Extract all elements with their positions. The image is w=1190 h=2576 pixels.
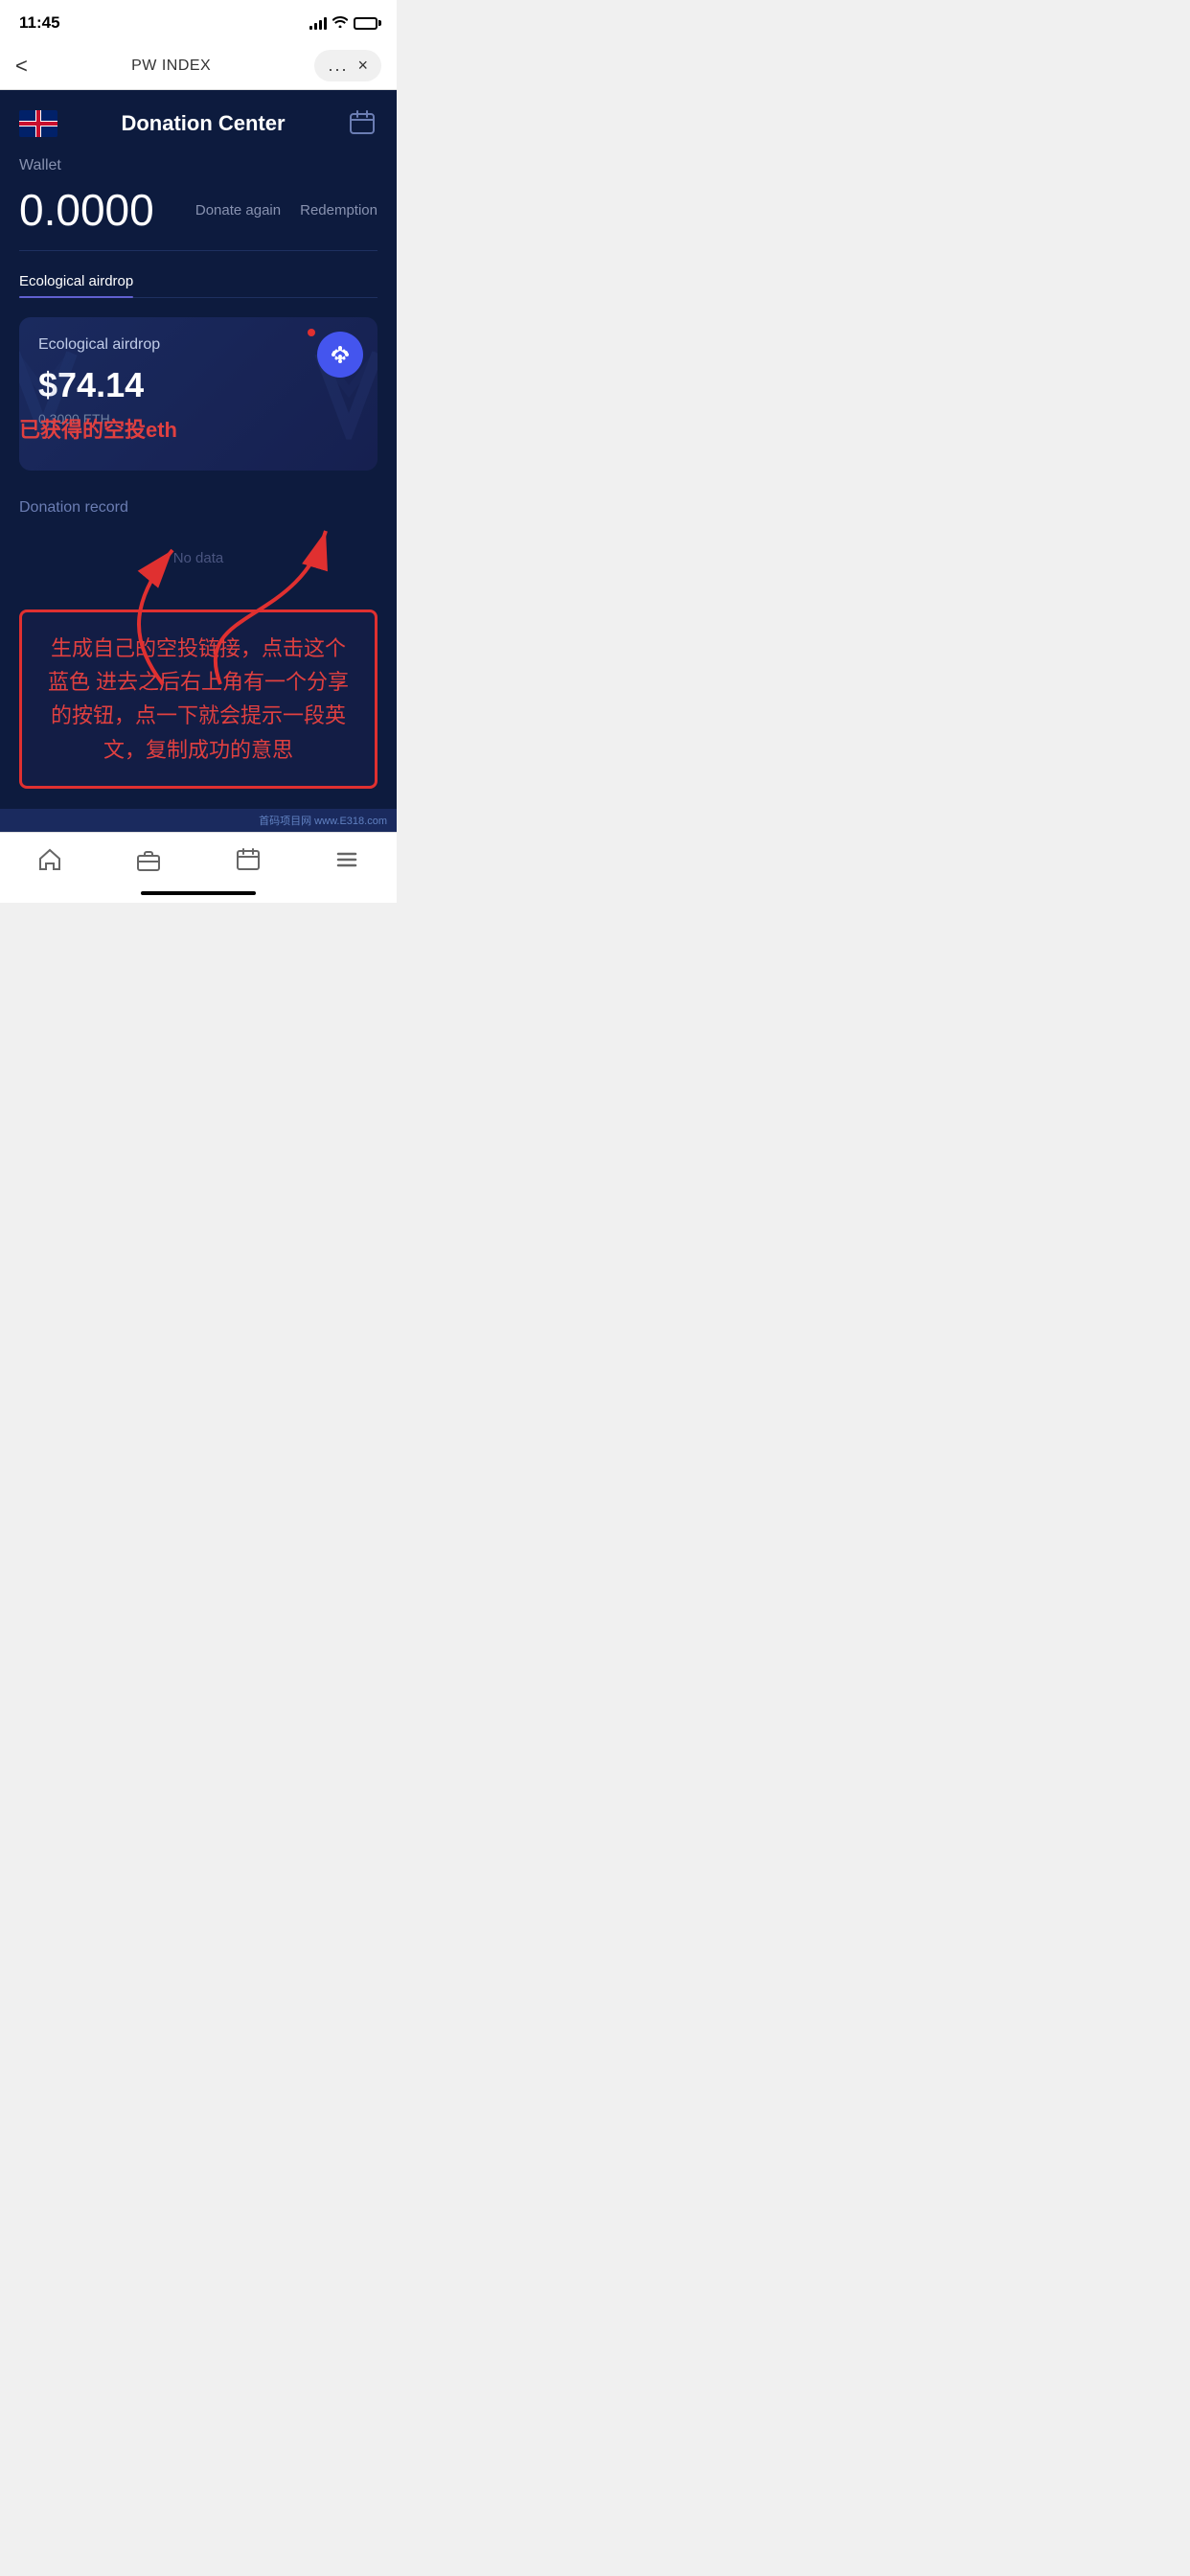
wifi-icon: [332, 15, 348, 31]
nav-menu[interactable]: [315, 842, 378, 884]
menu-icon: [334, 847, 359, 879]
nav-calendar[interactable]: [217, 842, 280, 884]
browser-actions: ... ×: [314, 50, 381, 81]
close-button[interactable]: ×: [357, 56, 368, 76]
wallet-section: Wallet 0.0000 Donate again Redemption: [0, 148, 397, 251]
annotation-box: 生成自己的空投链接，点击这个蓝色 进去之后右上角有一个分享的按钮，点一下就会提示…: [19, 610, 378, 789]
app-content: Donation Center Wallet 0.0000 Donate aga…: [0, 90, 397, 809]
browser-title: PW INDEX: [37, 58, 306, 75]
language-flag[interactable]: [19, 110, 57, 137]
wallet-divider: [19, 250, 378, 251]
status-icons: [309, 15, 378, 31]
app-header: Donation Center: [0, 90, 397, 148]
calendar-nav-icon: [236, 847, 261, 879]
battery-icon: [354, 17, 378, 30]
tabs-row: Ecological airdrop: [19, 265, 378, 298]
wallet-label: Wallet: [19, 157, 378, 174]
nav-briefcase[interactable]: [117, 842, 180, 884]
donate-again-button[interactable]: Donate again: [195, 202, 281, 218]
nav-home[interactable]: [18, 842, 81, 884]
airdrop-card: Ecological airdrop $74.14 0.3000 ETH: [19, 317, 378, 471]
app-title: Donation Center: [57, 111, 349, 136]
home-icon: [37, 847, 62, 879]
briefcase-icon: [136, 847, 161, 879]
donation-record: Donation record No data: [0, 490, 397, 595]
more-options-button[interactable]: ...: [328, 56, 348, 76]
home-indicator: [141, 891, 256, 895]
tab-ecological-airdrop[interactable]: Ecological airdrop: [19, 265, 133, 297]
wallet-row: 0.0000 Donate again Redemption: [19, 184, 378, 236]
browser-bar: < PW INDEX ... ×: [0, 42, 397, 90]
bottom-nav: [0, 832, 397, 903]
calendar-icon[interactable]: [349, 109, 378, 138]
red-dot: [308, 329, 315, 336]
annotation-text: 生成自己的空投链接，点击这个蓝色 进去之后右上角有一个分享的按钮，点一下就会提示…: [41, 632, 355, 767]
status-bar: 11:45: [0, 0, 397, 42]
wallet-actions: Donate again Redemption: [195, 202, 378, 218]
no-data-label: No data: [19, 531, 378, 586]
donation-record-label: Donation record: [19, 499, 378, 517]
website-label: 首码项目网 www.E318.com: [0, 809, 397, 832]
status-time: 11:45: [19, 13, 60, 33]
redemption-button[interactable]: Redemption: [300, 202, 378, 218]
back-button[interactable]: <: [15, 54, 28, 79]
wallet-amount: 0.0000: [19, 184, 154, 236]
main-content: Donation Center Wallet 0.0000 Donate aga…: [0, 90, 397, 903]
signal-icon: [309, 16, 327, 30]
overlay-chinese-text: 已获得的空投eth: [19, 413, 177, 444]
share-button[interactable]: [317, 332, 363, 378]
